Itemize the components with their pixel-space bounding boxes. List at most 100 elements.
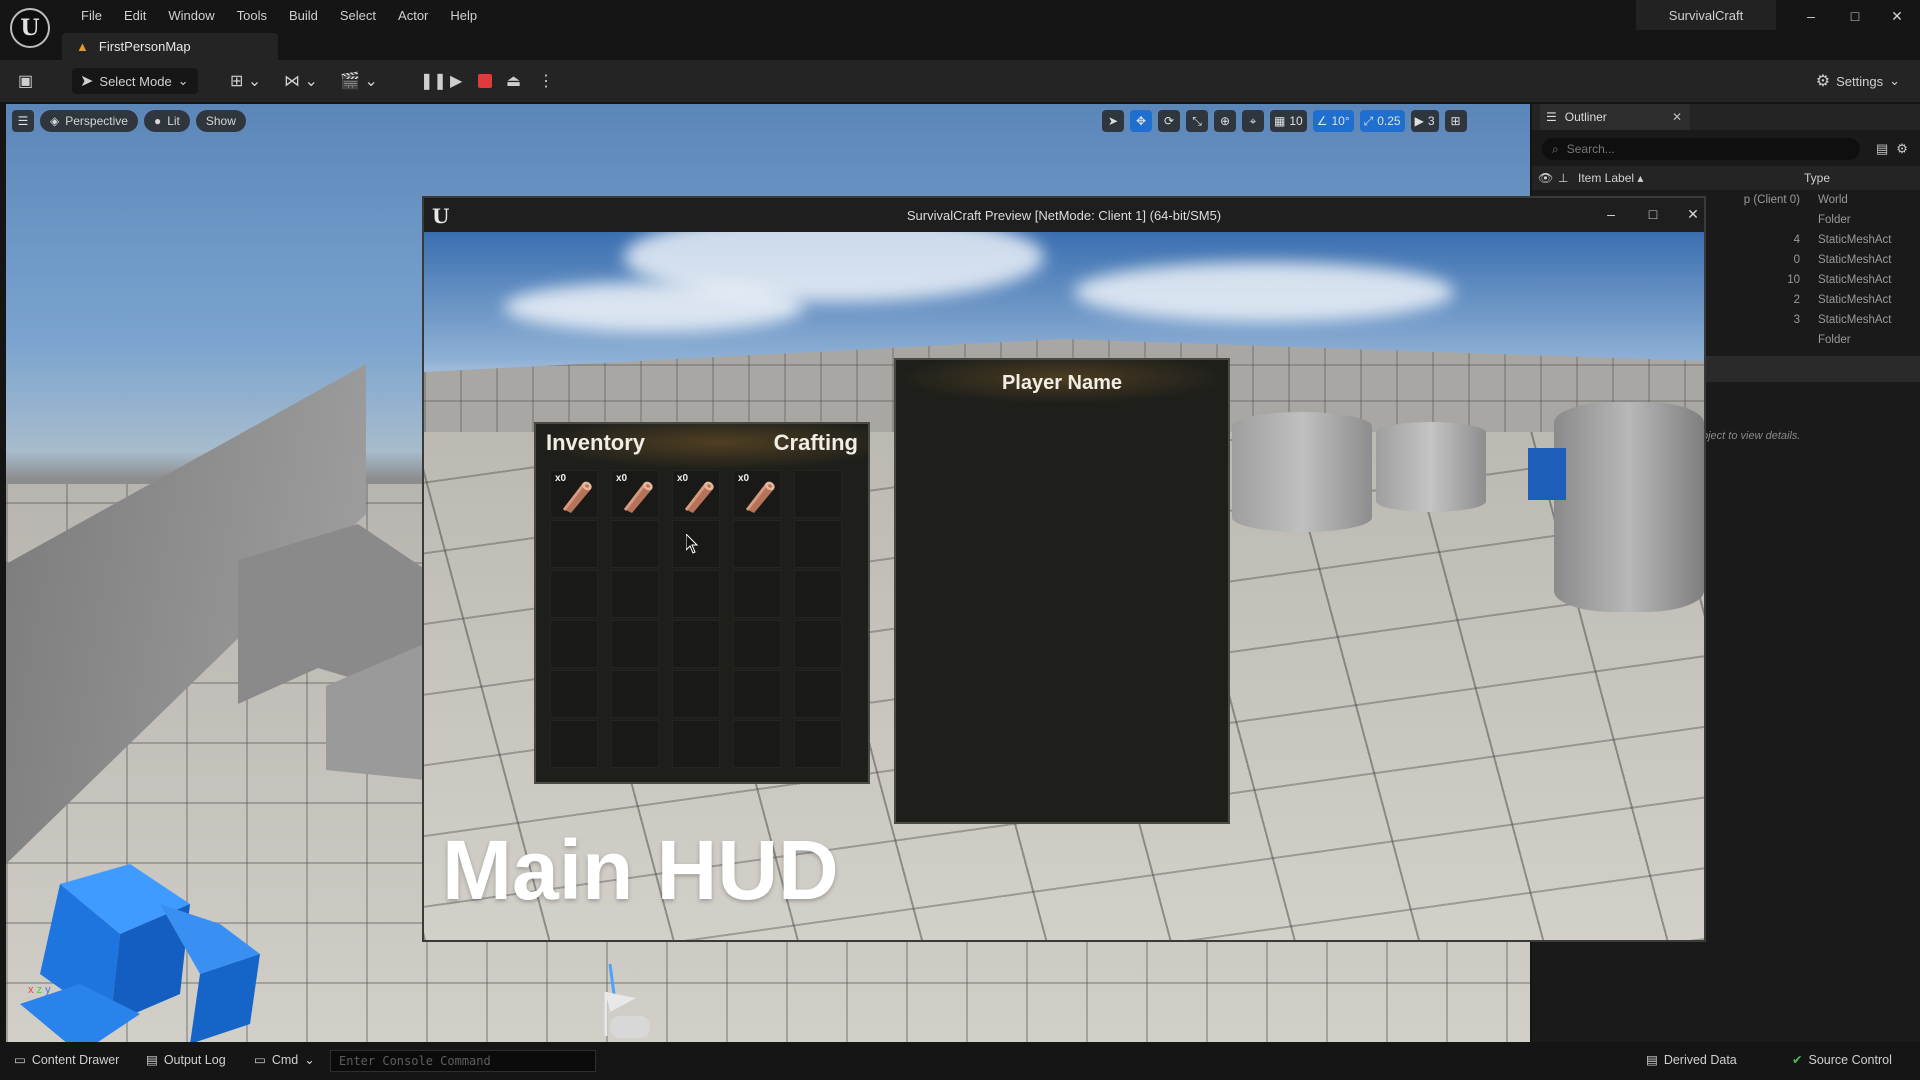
database-icon: ▤ [1646,1053,1658,1067]
tab-outliner[interactable]: ☰ Outliner ✕ [1540,104,1690,130]
hamburger-menu-icon[interactable]: ☰ [12,110,34,132]
lit-button[interactable]: ● Lit [143,110,190,132]
inventory-slot[interactable] [733,670,781,718]
minimize-button[interactable]: – [1598,206,1624,222]
inventory-slot[interactable] [733,520,781,568]
minimize-button[interactable]: – [1796,8,1826,24]
inventory-slot[interactable] [672,620,720,668]
grid-snap-button[interactable]: ▦ 10 [1270,110,1307,132]
eject-icon[interactable]: ⏏ [506,68,521,94]
rotation-snap-button[interactable]: ∠ 10° [1312,110,1354,132]
inventory-grid: x0 x0 x0 x0 [550,470,842,768]
select-mode-dropdown[interactable]: ➤ Select Mode ⌄ [72,68,198,94]
derived-data-button[interactable]: ▤ Derived Data [1646,1052,1737,1068]
details-hint: bject to view details. [1702,430,1801,442]
menu-file[interactable]: File [70,6,113,25]
step-frame-icon[interactable]: ▶ [450,68,462,94]
unreal-logo-icon[interactable]: U [10,8,50,48]
show-button[interactable]: Show [195,110,246,132]
menu-tools[interactable]: Tools [226,6,278,25]
stop-icon[interactable] [478,68,492,94]
inventory-slot[interactable]: x0 [733,470,781,518]
menu-window[interactable]: Window [157,6,225,25]
world-space-icon[interactable]: ⊕ [1214,110,1236,132]
menu-actor[interactable]: Actor [387,6,439,25]
save-icon[interactable]: ▣ [18,68,33,94]
inventory-slot[interactable] [794,520,842,568]
console-input[interactable]: Enter Console Command [330,1050,596,1072]
menu-build[interactable]: Build [278,6,329,25]
select-tool-icon[interactable]: ➤ [1102,110,1124,132]
more-options-icon[interactable]: ⋮ [538,68,554,94]
maximize-button[interactable]: □ [1840,8,1870,24]
translate-tool-icon[interactable]: ✥ [1130,110,1152,132]
menu-edit[interactable]: Edit [113,6,157,25]
blueprint-icon[interactable]: ⋈ ⌄ [284,68,318,94]
inventory-slot[interactable] [550,520,598,568]
game-viewport[interactable]: Inventory Crafting x0 x0 x0 x0 Player Name … [424,232,1704,940]
inventory-slot[interactable] [550,570,598,618]
surface-snap-icon[interactable]: ⌖ [1242,110,1264,132]
inventory-slot[interactable]: x0 [672,470,720,518]
maximize-button[interactable]: □ [1640,206,1666,222]
inventory-slot[interactable] [611,720,659,768]
inventory-slot[interactable] [794,670,842,718]
cmd-dropdown[interactable]: ▭ Cmd ⌄ [254,1052,315,1068]
scale-tool-icon[interactable]: ⤡ [1186,110,1208,132]
pause-icon[interactable]: ❚❚ [420,68,447,94]
output-log-button[interactable]: ▤ Output Log [146,1052,226,1068]
inventory-slot[interactable] [550,720,598,768]
perspective-button[interactable]: ◈ Perspective [40,110,138,132]
eye-icon[interactable]: 👁 [1538,171,1558,185]
wood-log-icon [746,481,775,513]
outliner-search-input[interactable]: ⌕ Search... [1542,138,1860,160]
inventory-slot[interactable] [794,570,842,618]
inventory-slot[interactable] [794,720,842,768]
derived-data-label: Derived Data [1663,1052,1737,1067]
viewport-layout-icon[interactable]: ⊞ [1444,110,1467,132]
content-drawer-button[interactable]: ▭ Content Drawer [14,1052,119,1068]
close-icon[interactable]: ✕ [1672,110,1682,124]
chevron-down-icon: ⌄ [1889,73,1900,88]
tab-first-person-map[interactable]: ▲ FirstPersonMap [62,33,278,60]
inventory-slot[interactable] [611,620,659,668]
settings-button[interactable]: ⚙ Settings ⌄ [1816,68,1900,94]
inventory-slot[interactable] [611,520,659,568]
add-folder-icon[interactable]: ▤ [1876,141,1888,157]
inventory-title[interactable]: Inventory [546,430,645,456]
menu-select[interactable]: Select [329,6,387,25]
inventory-slot[interactable] [672,570,720,618]
pie-title-bar[interactable]: U SurvivalCraft Preview [NetMode: Client… [424,198,1704,232]
inventory-slot[interactable] [733,620,781,668]
main-menu-bar: File Edit Window Tools Build Select Acto… [70,6,488,25]
rotate-tool-icon[interactable]: ⟳ [1158,110,1180,132]
column-item-label[interactable]: Item Label ▴ [1578,171,1804,185]
inventory-slot[interactable] [550,620,598,668]
camera-speed-button[interactable]: ▶ 3 [1410,110,1439,132]
pin-icon[interactable]: ⊥ [1558,171,1578,185]
add-actor-icon[interactable]: ⊞ ⌄ [230,68,261,94]
rotation-snap-value: 10° [1331,114,1350,128]
inventory-slot[interactable]: x0 [550,470,598,518]
inventory-slot[interactable] [611,570,659,618]
inventory-slot[interactable] [794,470,842,518]
wood-log-icon [563,481,592,513]
menu-help[interactable]: Help [439,6,488,25]
inventory-slot[interactable] [672,670,720,718]
inventory-slot[interactable] [733,720,781,768]
cinematics-icon[interactable]: 🎬 ⌄ [340,68,378,94]
inventory-panel: Inventory Crafting x0 x0 x0 x0 [534,422,870,784]
inventory-slot[interactable] [672,720,720,768]
inventory-slot[interactable] [733,570,781,618]
source-control-button[interactable]: ✔ Source Control [1792,1052,1892,1068]
gear-icon[interactable]: ⚙ [1896,141,1908,157]
column-type[interactable]: Type [1804,171,1830,185]
inventory-slot[interactable]: x0 [611,470,659,518]
crafting-title[interactable]: Crafting [774,430,858,456]
inventory-slot[interactable] [794,620,842,668]
scale-snap-button[interactable]: ⤢ 0.25 [1359,110,1405,132]
close-button[interactable]: ✕ [1680,206,1706,223]
close-button[interactable]: ✕ [1882,8,1912,25]
inventory-slot[interactable] [550,670,598,718]
inventory-slot[interactable] [611,670,659,718]
